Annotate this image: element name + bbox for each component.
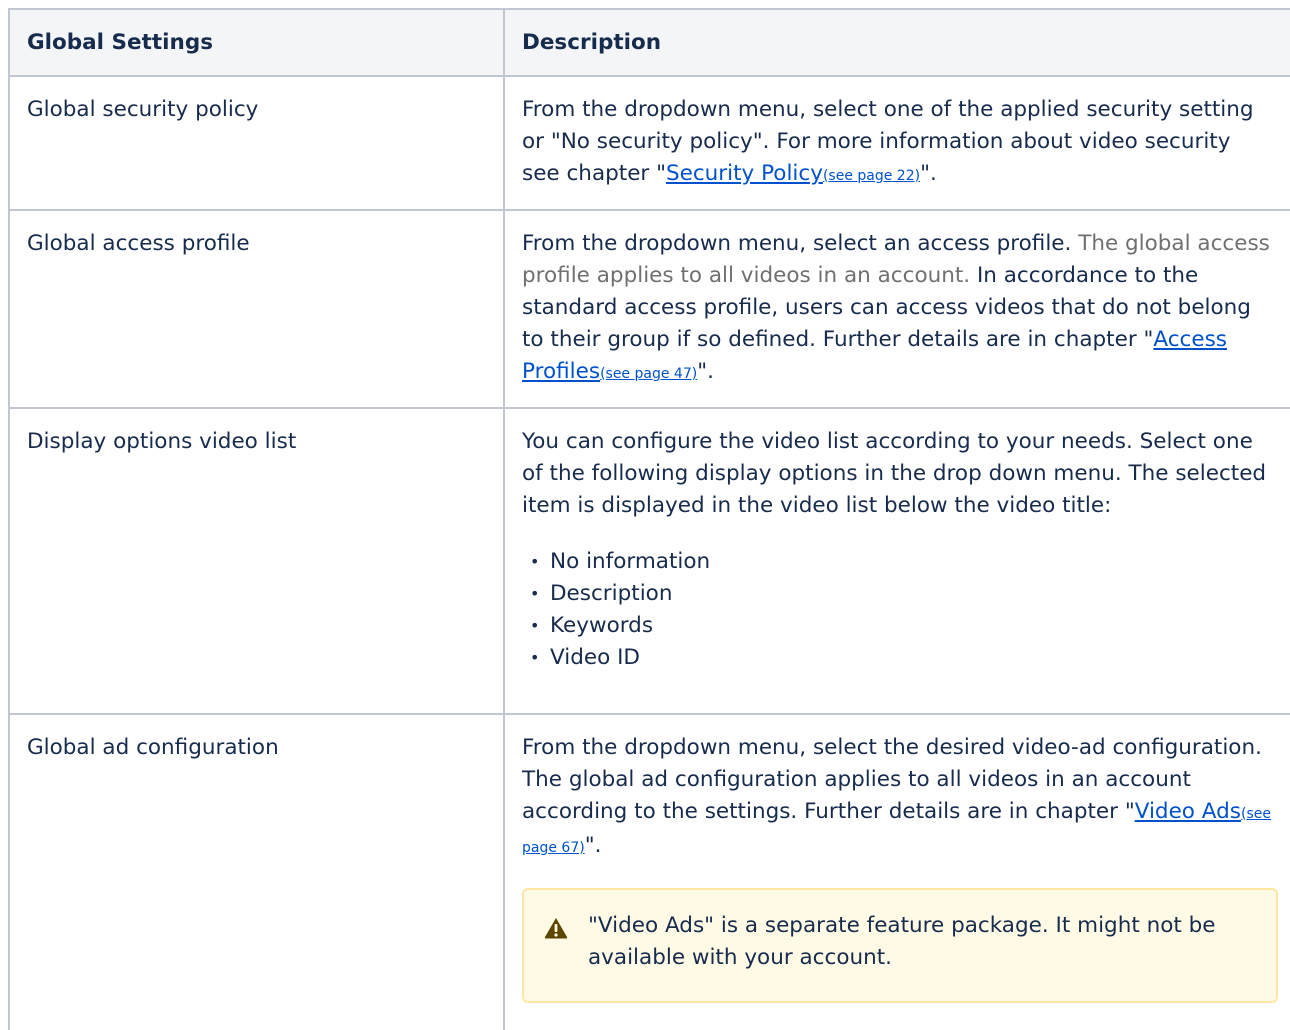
display-options-list: No information Description Keywords Vide… (522, 546, 1274, 674)
video-ads-link[interactable]: Video Ads (1135, 799, 1241, 824)
description-tail: ". (920, 161, 937, 186)
setting-cell: Display options video list (8, 407, 505, 715)
list-item: Video ID (530, 642, 1274, 674)
header-description-label: Description (522, 29, 662, 55)
description-text: From the dropdown menu, select an access… (505, 211, 1290, 407)
setting-name: Display options video list (27, 429, 297, 454)
description-tail: ". (697, 359, 714, 384)
settings-table: Global Settings Description Global secur… (8, 8, 1290, 1030)
access-profiles-page-ref[interactable]: (see page 47) (600, 366, 697, 382)
setting-cell: Global security policy (8, 75, 505, 211)
warning-panel: "Video Ads" is a separate feature packag… (522, 888, 1278, 1003)
description-cell: You can configure the video list accordi… (503, 407, 1290, 715)
list-item: Description (530, 578, 1274, 610)
description-text: From the dropdown menu, select one of th… (505, 77, 1290, 209)
description-paragraph: From the dropdown menu, select the desir… (522, 732, 1274, 864)
setting-cell: Global ad configuration (8, 713, 505, 1030)
description-tail: ". (584, 833, 602, 858)
warning-text: "Video Ads" is a separate feature packag… (588, 913, 1216, 970)
description-text: You can configure the video list accordi… (505, 409, 1290, 691)
description-cell: From the dropdown menu, select one of th… (503, 75, 1290, 211)
header-description: Description (503, 8, 1290, 77)
security-policy-link[interactable]: Security Policy (666, 161, 823, 186)
description-text: From the dropdown menu, select the desir… (505, 715, 1290, 1020)
table-header-row: Global Settings Description (8, 8, 1290, 77)
header-global-settings-label: Global Settings (27, 29, 214, 55)
setting-name: Global ad configuration (27, 735, 279, 760)
table-row: Global ad configuration From the dropdow… (8, 713, 1290, 1030)
description-body: You can configure the video list accordi… (522, 429, 1267, 518)
table-row: Global access profile From the dropdown … (8, 209, 1290, 409)
security-policy-page-ref[interactable]: (see page 22) (823, 168, 920, 184)
description-cell: From the dropdown menu, select an access… (503, 209, 1290, 409)
header-global-settings: Global Settings (8, 8, 505, 77)
setting-cell: Global access profile (8, 209, 505, 409)
list-item: Keywords (530, 610, 1274, 642)
setting-name: Global security policy (27, 97, 259, 122)
table-row: Global security policy From the dropdown… (8, 75, 1290, 211)
setting-name: Global access profile (27, 231, 250, 256)
warning-triangle-icon (544, 916, 568, 940)
table-row: Display options video list You can confi… (8, 407, 1290, 715)
description-cell: From the dropdown menu, select the desir… (503, 713, 1290, 1030)
list-item: No information (530, 546, 1274, 578)
description-body: From the dropdown menu, select an access… (522, 231, 1079, 256)
